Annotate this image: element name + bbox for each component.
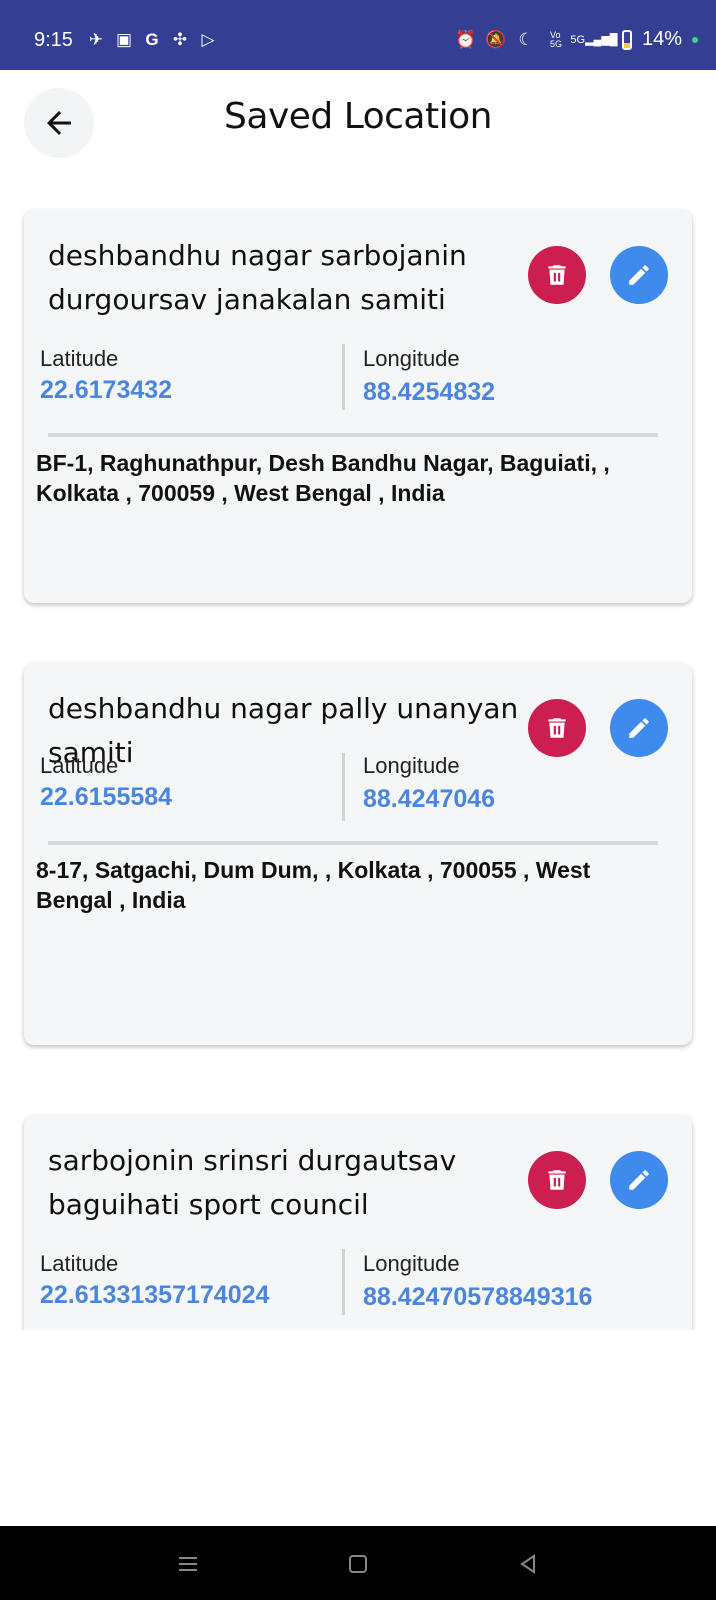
trash-icon [548, 265, 566, 285]
privacy-dot-icon [692, 36, 698, 43]
latitude-label: Latitude [40, 1251, 119, 1276]
longitude-label: Longitude [363, 346, 460, 371]
latitude-value: 22.61331357174024 [40, 1281, 270, 1309]
location-address: BF-1, Raghunathpur, Desh Bandhu Nagar, B… [36, 450, 610, 506]
triangle-back-icon [520, 1554, 535, 1574]
latitude-label: Latitude [40, 753, 119, 778]
trash-icon [548, 718, 566, 738]
volte-icon: Vo 5G [549, 29, 562, 49]
square-icon [349, 1555, 367, 1573]
app-icon-1-icon: ✈ [88, 30, 104, 49]
battery-icon [621, 29, 632, 50]
trash-icon [548, 1170, 566, 1190]
pinwheel-icon: ✣ [172, 30, 188, 49]
battery-level: 14% [641, 28, 682, 50]
delete-button[interactable] [528, 1151, 586, 1209]
location-name: sarbojonin srinsri durgautsav baguihati … [48, 1144, 457, 1221]
pencil-icon [629, 265, 649, 285]
edit-button[interactable] [610, 699, 668, 757]
longitude-value: 88.4247046 [363, 785, 496, 813]
card-divider [48, 433, 658, 437]
gallery-icon: ▣ [115, 30, 133, 49]
edit-button[interactable] [610, 246, 668, 304]
page-title: Saved Location [224, 96, 492, 137]
delete-button[interactable] [528, 699, 586, 757]
menu-lines-icon [179, 1557, 197, 1571]
latitude-label: Latitude [40, 346, 119, 371]
moon-icon: ☾ [518, 29, 534, 49]
delete-button[interactable] [528, 246, 586, 304]
location-card[interactable]: sarbojonin srinsri durgautsav baguihati … [24, 1115, 692, 1330]
system-nav-bar [0, 1526, 716, 1600]
home-button[interactable] [344, 1550, 372, 1578]
location-name: deshbandhu nagar pally unanyan samiti [48, 692, 519, 769]
signal-5g-icon: 5G ▂▄▆█ [570, 33, 618, 47]
network-label: 5G [570, 33, 586, 46]
edit-button[interactable] [610, 1151, 668, 1209]
alarm-icon: ⏰ [455, 29, 477, 49]
coord-divider [342, 753, 345, 821]
pencil-icon [629, 1170, 649, 1190]
status-bar: 9:15 ✈ ▣ G ✣ ▷ ⏰ 🔕 ☾ Vo 5G 5G ▂▄▆█ 14% [0, 0, 716, 70]
location-card[interactable]: deshbandhu nagar sarbojanin durgoursav j… [24, 210, 692, 603]
google-icon: G [145, 30, 159, 49]
longitude-value: 88.42470578849316 [363, 1283, 593, 1311]
location-card[interactable]: deshbandhu nagar pally unanyan samiti La… [24, 663, 692, 1045]
play-store-icon: ▷ [201, 30, 215, 49]
header: Saved Location [0, 70, 716, 180]
saved-location-list[interactable]: deshbandhu nagar sarbojanin durgoursav j… [0, 180, 716, 1330]
notification-icons: ✈ ▣ G ✣ ▷ [86, 30, 218, 50]
coord-divider [342, 1249, 345, 1315]
location-address: 8-17, Satgachi, Dum Dum, , Kolkata , 700… [36, 857, 591, 913]
longitude-label: Longitude [363, 1251, 460, 1276]
mute-icon: 🔕 [485, 29, 507, 49]
card-divider [48, 841, 658, 845]
latitude-value: 22.6173432 [40, 376, 173, 404]
latitude-value: 22.6155584 [40, 783, 173, 811]
pencil-icon [629, 718, 649, 738]
longitude-value: 88.4254832 [363, 378, 496, 406]
status-time: 9:15 [34, 29, 73, 51]
longitude-label: Longitude [363, 753, 460, 778]
recents-button[interactable] [174, 1550, 202, 1578]
back-nav-button[interactable] [514, 1550, 542, 1578]
coord-divider [342, 344, 345, 410]
system-icons: ⏰ 🔕 ☾ Vo 5G 5G ▂▄▆█ 14% [455, 28, 698, 51]
location-name: deshbandhu nagar sarbojanin durgoursav j… [48, 239, 467, 316]
